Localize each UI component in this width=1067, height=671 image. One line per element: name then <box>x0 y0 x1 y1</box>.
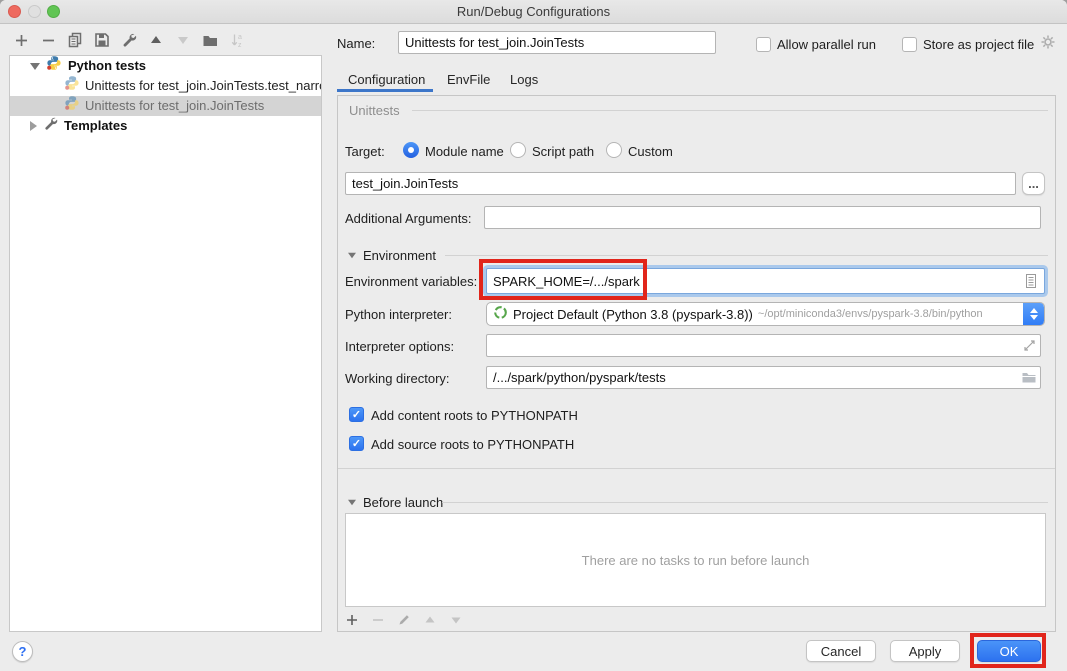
environment-group-label: Environment <box>363 248 436 263</box>
interpreter-options-label: Interpreter options: <box>345 339 454 354</box>
interpreter-path: ~/opt/miniconda3/envs/pyspark-3.8/bin/py… <box>758 308 1018 320</box>
add-content-roots-label: Add content roots to PYTHONPATH <box>371 408 578 423</box>
apply-button[interactable]: Apply <box>890 640 960 662</box>
unittests-group-label: Unittests <box>349 103 400 118</box>
target-label: Target: <box>345 144 385 159</box>
python-tests-icon <box>46 55 62 77</box>
chevron-down-icon[interactable] <box>30 63 40 70</box>
window-title: Run/Debug Configurations <box>0 0 1067 24</box>
configurations-tree: Python tests Unittests for test_join.Joi… <box>9 55 322 632</box>
name-label: Name: <box>337 36 375 51</box>
store-as-project-file-label: Store as project file <box>923 37 1034 52</box>
new-folder-icon[interactable] <box>201 31 219 49</box>
interpreter-name: Project Default (Python 3.8 (pyspark-3.8… <box>513 307 753 322</box>
svg-text:a: a <box>238 34 242 41</box>
copy-icon[interactable] <box>66 31 84 49</box>
additional-arguments-label: Additional Arguments: <box>345 211 471 226</box>
target-script-path-radio[interactable] <box>510 142 526 158</box>
remove-icon[interactable] <box>39 31 57 49</box>
interpreter-options-input[interactable] <box>486 334 1041 357</box>
environment-group-line <box>445 255 1048 256</box>
target-module-name-radio[interactable] <box>403 142 419 158</box>
help-button[interactable]: ? <box>12 641 33 662</box>
add-icon[interactable] <box>12 31 30 49</box>
minimize-window-button <box>28 5 41 18</box>
working-directory-input[interactable] <box>486 366 1041 389</box>
target-module-name-label: Module name <box>425 144 504 159</box>
python-interpreter-select[interactable]: Project Default (Python 3.8 (pyspark-3.8… <box>486 302 1045 326</box>
environment-variables-label: Environment variables: <box>345 274 477 289</box>
python-test-icon <box>64 95 80 117</box>
before-launch-empty-text: There are no tasks to run before launch <box>582 553 810 568</box>
module-name-input[interactable] <box>345 172 1016 195</box>
add-task-icon[interactable] <box>343 611 361 629</box>
chevron-right-icon[interactable] <box>30 121 37 131</box>
move-up-icon[interactable] <box>147 31 165 49</box>
before-launch-toolbar <box>343 611 465 629</box>
tab-logs[interactable]: Logs <box>510 72 538 87</box>
edit-task-icon <box>395 611 413 629</box>
before-launch-task-list: There are no tasks to run before launch <box>345 513 1046 607</box>
edit-templates-icon[interactable] <box>120 31 138 49</box>
folder-icon[interactable] <box>1021 370 1037 389</box>
before-launch-collapse-icon[interactable] <box>348 500 356 506</box>
allow-parallel-run-checkbox[interactable] <box>756 37 771 52</box>
close-window-button[interactable] <box>8 5 21 18</box>
add-source-roots-label: Add source roots to PYTHONPATH <box>371 437 574 452</box>
tree-item-unittests-jointests-selected[interactable]: Unittests for test_join.JoinTests <box>10 96 321 116</box>
tab-envfile[interactable]: EnvFile <box>447 72 490 87</box>
allow-parallel-run-label: Allow parallel run <box>777 37 876 52</box>
tree-item-python-tests[interactable]: Python tests <box>10 56 321 76</box>
expand-icon[interactable] <box>1023 339 1036 357</box>
name-input[interactable] <box>398 31 716 54</box>
task-move-down-icon <box>447 611 465 629</box>
task-move-up-icon <box>421 611 439 629</box>
tree-item-label: Python tests <box>68 56 146 76</box>
run-debug-configurations-dialog: Run/Debug Configurations az Python tests… <box>0 0 1067 671</box>
before-launch-label: Before launch <box>363 495 443 510</box>
save-icon[interactable] <box>93 31 111 49</box>
panel-divider <box>338 468 1055 469</box>
wrench-icon <box>43 116 58 137</box>
target-custom-label: Custom <box>628 144 673 159</box>
target-script-path-label: Script path <box>532 144 594 159</box>
add-source-roots-checkbox[interactable]: ✓ <box>349 436 364 451</box>
python-interpreter-label: Python interpreter: <box>345 307 452 322</box>
before-launch-line <box>442 502 1048 503</box>
additional-arguments-input[interactable] <box>484 206 1041 229</box>
sort-alphabetically-icon: az <box>228 31 246 49</box>
tree-item-unittests-test-narrow[interactable]: Unittests for test_join.JoinTests.test_n… <box>10 76 321 96</box>
tree-item-label: Unittests for test_join.JoinTests <box>85 96 264 116</box>
dropdown-stepper-icon[interactable] <box>1023 302 1044 326</box>
annotation-highlight-ok <box>970 633 1046 668</box>
working-directory-label: Working directory: <box>345 371 450 386</box>
unittests-group-line <box>412 110 1048 111</box>
tree-item-label: Templates <box>64 116 127 136</box>
remove-task-icon <box>369 611 387 629</box>
tree-item-templates[interactable]: Templates <box>10 116 321 136</box>
annotation-highlight-env-vars <box>479 259 647 300</box>
cancel-button[interactable]: Cancel <box>806 640 876 662</box>
tab-configuration[interactable]: Configuration <box>348 72 425 87</box>
gear-icon[interactable] <box>1040 34 1056 55</box>
configurations-toolbar: az <box>12 31 246 49</box>
add-content-roots-checkbox[interactable]: ✓ <box>349 407 364 422</box>
title-bar: Run/Debug Configurations <box>0 0 1067 24</box>
active-tab-underline <box>337 89 433 92</box>
browse-module-button[interactable]: ... <box>1022 172 1045 195</box>
env-list-icon[interactable] <box>1024 273 1038 294</box>
store-as-project-file-checkbox[interactable] <box>902 37 917 52</box>
move-down-icon <box>174 31 192 49</box>
environment-collapse-icon[interactable] <box>348 253 356 259</box>
python-test-icon <box>64 75 80 97</box>
svg-text:z: z <box>238 42 242 48</box>
tree-item-label: Unittests for test_join.JoinTests.test_n… <box>85 76 321 96</box>
conda-env-icon <box>493 305 508 323</box>
zoom-window-button[interactable] <box>47 5 60 18</box>
target-custom-radio[interactable] <box>606 142 622 158</box>
